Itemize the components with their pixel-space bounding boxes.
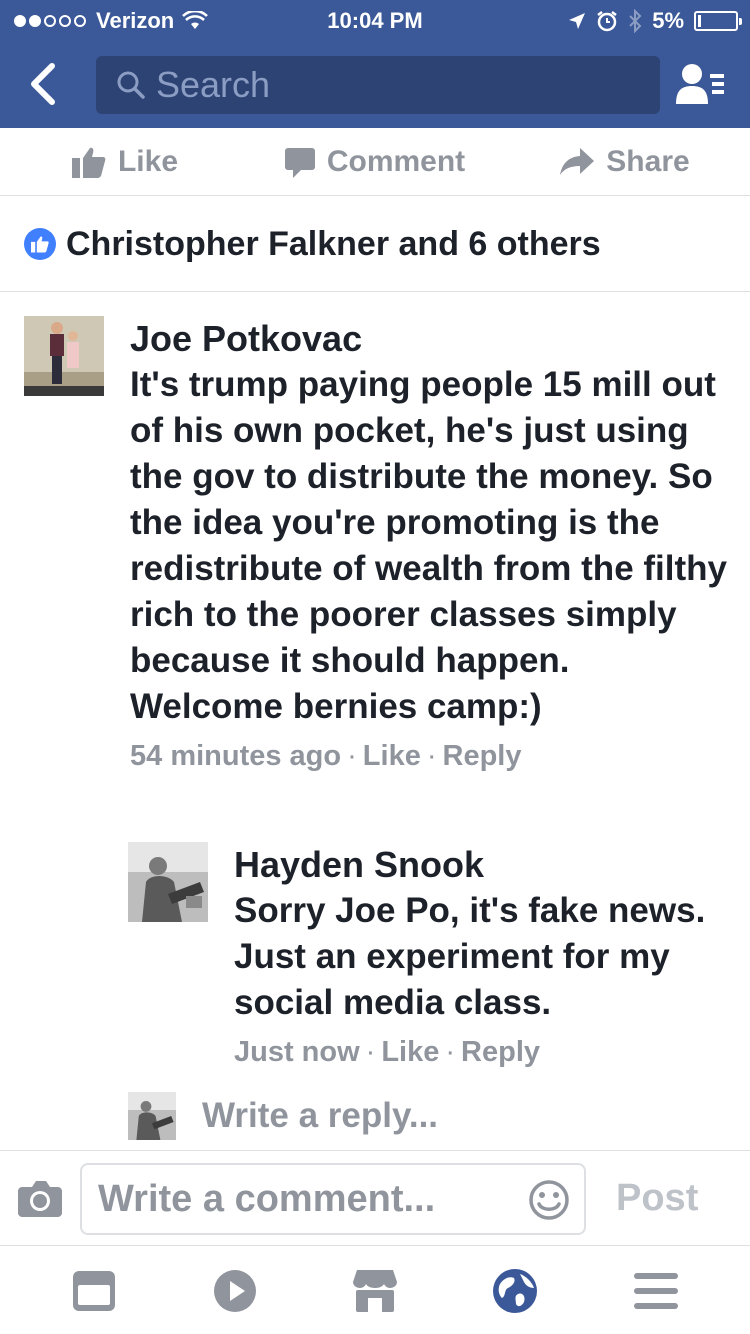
comment-like-link[interactable]: Like: [363, 740, 421, 772]
reply-reply-link[interactable]: Reply: [461, 1036, 540, 1068]
camera-button[interactable]: [18, 1179, 62, 1219]
bluetooth-icon: [629, 9, 642, 33]
comment-input-placeholder: Write a comment...: [98, 1177, 436, 1220]
search-input[interactable]: Search: [96, 56, 660, 114]
write-reply-placeholder[interactable]: Write a reply...: [202, 1096, 438, 1136]
marketplace-icon: [352, 1269, 397, 1312]
like-label: Like: [117, 144, 179, 178]
comment-input[interactable]: Write a comment...: [80, 1163, 586, 1235]
tab-video[interactable]: [210, 1266, 260, 1316]
location-arrow-icon: [569, 13, 586, 29]
reply-item: Hayden Snook Sorry Joe Po, it's fake new…: [128, 842, 734, 1069]
emoji-button[interactable]: [528, 1179, 570, 1221]
reply-meta: Just now · Like · Reply: [234, 1036, 541, 1068]
camera-icon: [18, 1181, 62, 1217]
reply-body: Hayden Snook Sorry Joe Po, it's fake new…: [234, 842, 734, 1069]
search-placeholder: Search: [156, 64, 271, 105]
friend-requests-button[interactable]: [676, 62, 724, 106]
comment-body: Joe Potkovac It's trump paying people 15…: [130, 316, 730, 773]
post-button[interactable]: Post: [616, 1177, 698, 1220]
comment-meta: 54 minutes ago · Like · Reply: [130, 740, 522, 772]
reply-timestamp[interactable]: Just now: [234, 1036, 360, 1068]
avatar[interactable]: [24, 316, 104, 396]
tab-marketplace[interactable]: [350, 1266, 400, 1316]
tab-notifications[interactable]: [490, 1266, 540, 1316]
post-action-bar: Like Comment Share: [0, 128, 750, 196]
tab-news-feed[interactable]: [69, 1266, 119, 1316]
back-button[interactable]: [22, 60, 66, 108]
alarm-clock-icon: [597, 11, 617, 32]
back-chevron-icon: [31, 63, 55, 105]
share-label: Share: [606, 144, 690, 178]
comment-text: It's trump paying people 15 mill out of …: [130, 365, 727, 726]
reply-like-link[interactable]: Like: [381, 1036, 439, 1068]
battery-icon: [694, 11, 742, 31]
tab-menu[interactable]: [631, 1266, 681, 1316]
search-icon: [117, 71, 145, 99]
avatar: [128, 1092, 176, 1140]
reply-text: Sorry Joe Po, it's fake news. Just an ex…: [234, 891, 706, 1022]
comment-author[interactable]: Joe Potkovac: [130, 316, 730, 362]
avatar[interactable]: [128, 842, 208, 922]
likes-summary-text: Christopher Falkner and 6 others: [66, 224, 601, 263]
like-reaction-icon: [24, 228, 56, 260]
notifications-globe-icon: [493, 1268, 538, 1313]
write-reply-row[interactable]: Write a reply...: [128, 1092, 438, 1140]
comment-item: Joe Potkovac It's trump paying people 15…: [24, 316, 734, 773]
friend-requests-icon: [676, 64, 724, 104]
navigation-bar: Verizon 10:04 PM 5% Search: [0, 0, 750, 128]
status-indicators: 5%: [568, 8, 742, 34]
comment-label: Comment: [326, 144, 466, 178]
reply-author[interactable]: Hayden Snook: [234, 842, 734, 888]
share-arrow-icon: [560, 147, 595, 175]
menu-icon: [633, 1272, 678, 1309]
video-icon: [213, 1269, 256, 1312]
comment-reply-link[interactable]: Reply: [443, 740, 522, 772]
share-button[interactable]: Share: [500, 145, 750, 179]
thumbs-up-icon: [71, 147, 106, 178]
battery-percent: 5%: [652, 8, 684, 33]
like-button[interactable]: Like: [0, 145, 250, 179]
smiley-icon: [529, 1180, 569, 1220]
tab-bar: [0, 1247, 750, 1334]
comment-timestamp[interactable]: 54 minutes ago: [130, 740, 341, 772]
comment-button[interactable]: Comment: [250, 145, 500, 179]
comment-bubble-icon: [284, 147, 315, 178]
status-bar: Verizon 10:04 PM 5%: [0, 0, 750, 40]
comment-composer: Write a comment... Post: [0, 1150, 750, 1246]
news-feed-icon: [73, 1270, 116, 1311]
likes-summary-row[interactable]: Christopher Falkner and 6 others: [0, 197, 750, 292]
